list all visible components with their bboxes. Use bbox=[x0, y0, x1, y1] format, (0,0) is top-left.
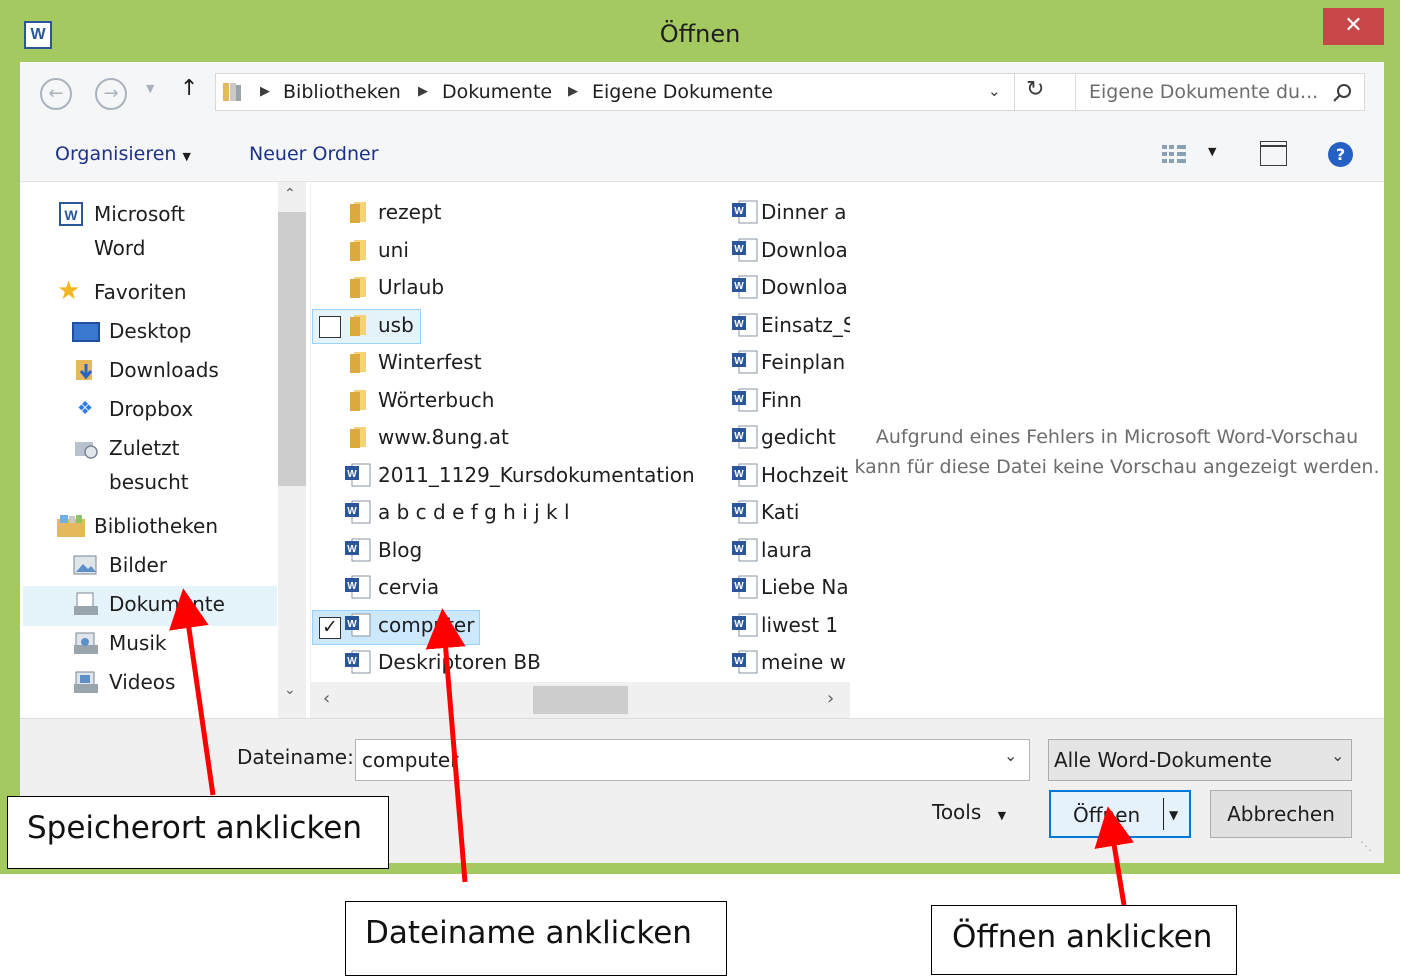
callout-oeffnen: Öffnen anklicken bbox=[931, 905, 1237, 975]
callout-dateiname: Dateiname anklicken bbox=[345, 901, 727, 976]
callout-speicherort: Speicherort anklicken bbox=[7, 796, 389, 869]
arrow-to-filename bbox=[425, 608, 468, 883]
arrow-to-dokumente bbox=[169, 588, 216, 796]
arrow-to-open-button bbox=[1094, 806, 1134, 906]
